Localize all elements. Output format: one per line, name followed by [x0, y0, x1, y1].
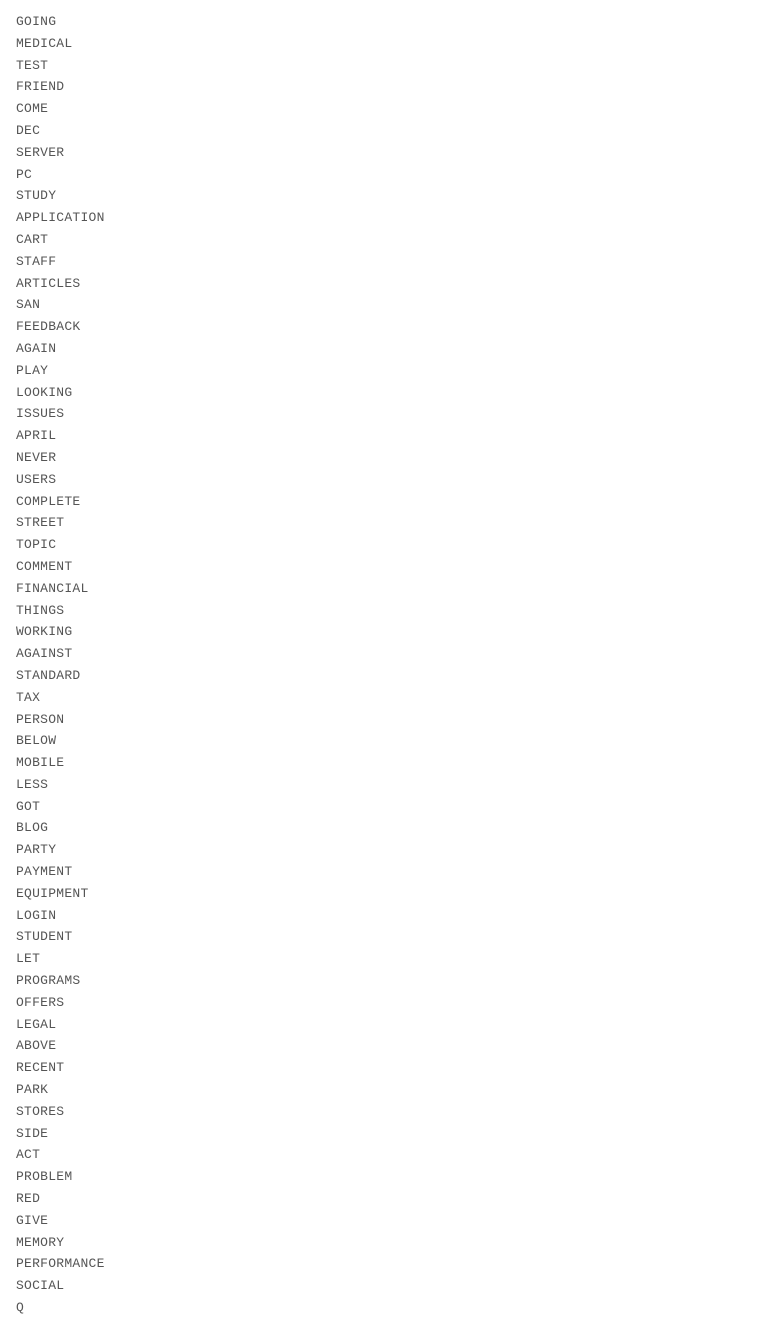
list-item: AGAIN [16, 339, 752, 360]
list-item: APRIL [16, 426, 752, 447]
list-item: SAN [16, 295, 752, 316]
list-item: PARTY [16, 840, 752, 861]
list-item: DEC [16, 121, 752, 142]
list-item: PLAY [16, 361, 752, 382]
list-item: ABOVE [16, 1036, 752, 1057]
list-item: PC [16, 165, 752, 186]
list-item: BELOW [16, 731, 752, 752]
list-item: Q [16, 1298, 752, 1319]
list-item: ARTICLES [16, 274, 752, 295]
list-item: FRIEND [16, 77, 752, 98]
list-item: RECENT [16, 1058, 752, 1079]
list-item: TOPIC [16, 535, 752, 556]
list-item: ISSUES [16, 404, 752, 425]
list-item: PARK [16, 1080, 752, 1101]
list-item: GOT [16, 797, 752, 818]
list-item: FEEDBACK [16, 317, 752, 338]
list-item: GIVE [16, 1211, 752, 1232]
list-item: RED [16, 1189, 752, 1210]
list-item: WORKING [16, 622, 752, 643]
list-item: PERFORMANCE [16, 1254, 752, 1275]
list-item: COMMENT [16, 557, 752, 578]
list-item: STREET [16, 513, 752, 534]
list-item: APPLICATION [16, 208, 752, 229]
list-item: LOOKING [16, 383, 752, 404]
list-item: STORES [16, 1102, 752, 1123]
list-item: FINANCIAL [16, 579, 752, 600]
list-item: SIDE [16, 1124, 752, 1145]
list-item: STUDENT [16, 927, 752, 948]
list-item: USERS [16, 470, 752, 491]
list-item: CART [16, 230, 752, 251]
list-item: THINGS [16, 601, 752, 622]
word-list: GOINGMEDICALTESTFRIENDCOMEDECSERVERPCSTU… [16, 12, 752, 1319]
list-item: MEDICAL [16, 34, 752, 55]
list-item: LET [16, 949, 752, 970]
list-item: COME [16, 99, 752, 120]
list-item: SOCIAL [16, 1276, 752, 1297]
list-item: PAYMENT [16, 862, 752, 883]
list-item: BLOG [16, 818, 752, 839]
list-item: ACT [16, 1145, 752, 1166]
list-item: PROGRAMS [16, 971, 752, 992]
list-item: PERSON [16, 710, 752, 731]
list-item: PROBLEM [16, 1167, 752, 1188]
list-item: MOBILE [16, 753, 752, 774]
list-item: SERVER [16, 143, 752, 164]
list-item: AGAINST [16, 644, 752, 665]
list-item: STUDY [16, 186, 752, 207]
list-item: TAX [16, 688, 752, 709]
list-item: LESS [16, 775, 752, 796]
list-item: STAFF [16, 252, 752, 273]
list-item: LEGAL [16, 1015, 752, 1036]
list-item: LOGIN [16, 906, 752, 927]
list-item: GOING [16, 12, 752, 33]
list-item: STANDARD [16, 666, 752, 687]
list-item: NEVER [16, 448, 752, 469]
list-item: EQUIPMENT [16, 884, 752, 905]
list-item: MEMORY [16, 1233, 752, 1254]
list-item: OFFERS [16, 993, 752, 1014]
list-item: TEST [16, 56, 752, 77]
list-item: COMPLETE [16, 492, 752, 513]
